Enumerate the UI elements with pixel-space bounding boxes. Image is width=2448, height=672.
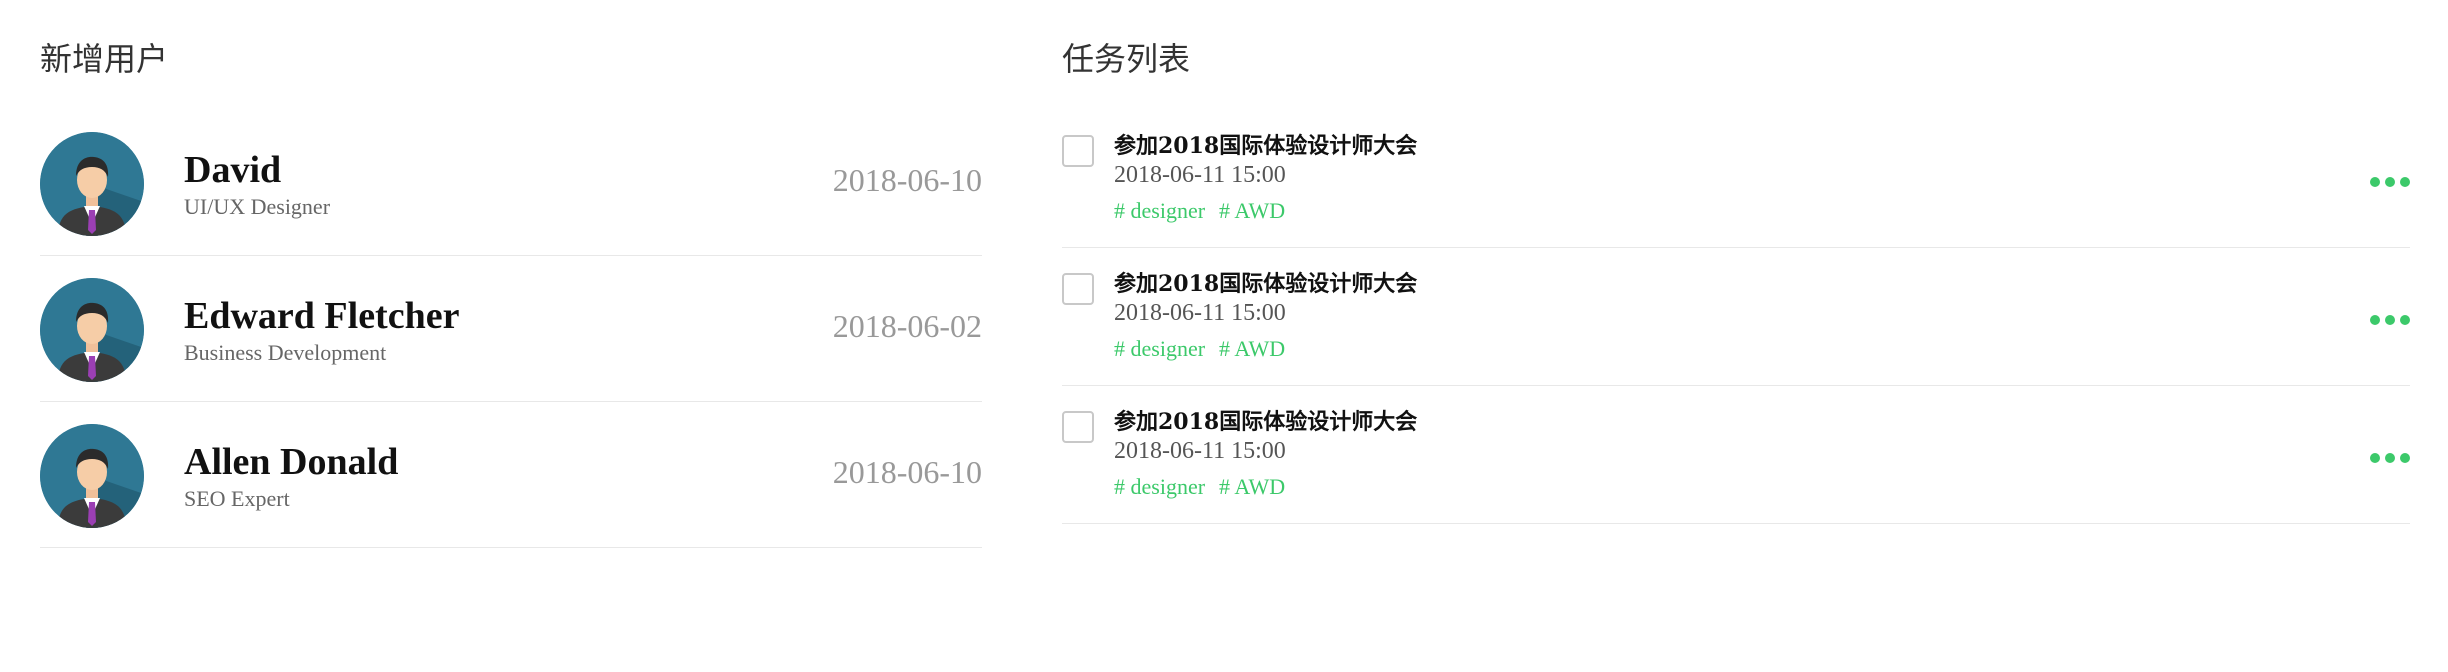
task-tag[interactable]: # AWD: [1219, 198, 1285, 224]
task-row: 参加2018国际体验设计师大会 2018-06-11 15:00 # desig…: [1062, 386, 2410, 524]
task-tag[interactable]: # designer: [1114, 474, 1205, 500]
user-avatar-icon[interactable]: [40, 278, 144, 382]
task-title: 参加2018国际体验设计师大会: [1114, 271, 1418, 297]
user-name: Allen Donald: [184, 441, 399, 483]
task-tags: # designer # AWD: [1114, 198, 1285, 224]
task-tag[interactable]: # AWD: [1219, 474, 1285, 500]
task-checkbox[interactable]: [1062, 135, 1094, 167]
task-checkbox[interactable]: [1062, 273, 1094, 305]
user-row[interactable]: Edward Fletcher Business Development 201…: [40, 256, 982, 402]
dot: [2385, 453, 2395, 463]
more-dots-icon[interactable]: [2370, 176, 2410, 188]
task-list: 参加2018国际体验设计师大会 2018-06-11 15:00 # desig…: [1062, 110, 2410, 524]
dot: [2370, 177, 2380, 187]
user-role: UI/UX Designer: [184, 194, 331, 219]
task-tag[interactable]: # designer: [1114, 198, 1205, 224]
user-date: 2018-06-10: [832, 162, 982, 198]
dot: [2385, 177, 2395, 187]
task-title: 参加2018国际体验设计师大会: [1114, 409, 1418, 435]
user-avatar-icon[interactable]: [40, 424, 144, 528]
user-name: David: [184, 149, 282, 191]
user-avatar-icon[interactable]: [40, 132, 144, 236]
task-row: 参加2018国际体验设计师大会 2018-06-11 15:00 # desig…: [1062, 110, 2410, 248]
more-dots-icon[interactable]: [2370, 452, 2410, 464]
task-time: 2018-06-11 15:00: [1114, 438, 1286, 464]
task-checkbox[interactable]: [1062, 411, 1094, 443]
task-tags: # designer # AWD: [1114, 336, 1285, 362]
task-tags: # designer # AWD: [1114, 474, 1285, 500]
user-row[interactable]: Allen Donald SEO Expert 2018-06-10: [40, 402, 982, 548]
dot: [2370, 453, 2380, 463]
user-name: Edward Fletcher: [184, 295, 460, 337]
task-tag[interactable]: # designer: [1114, 336, 1205, 362]
new-users-title: 新增用户: [40, 40, 169, 78]
task-list-title: 任务列表: [1062, 40, 1191, 78]
dot: [2400, 177, 2410, 187]
user-role: SEO Expert: [184, 486, 290, 511]
user-date: 2018-06-10: [832, 454, 982, 490]
dot: [2370, 315, 2380, 325]
user-row[interactable]: David UI/UX Designer 2018-06-10: [40, 110, 982, 256]
user-role: Business Development: [184, 340, 387, 365]
user-date: 2018-06-02: [832, 308, 982, 344]
more-dots-icon[interactable]: [2370, 314, 2410, 326]
task-row: 参加2018国际体验设计师大会 2018-06-11 15:00 # desig…: [1062, 248, 2410, 386]
dot: [2400, 315, 2410, 325]
dot: [2400, 453, 2410, 463]
task-time: 2018-06-11 15:00: [1114, 162, 1286, 188]
task-title: 参加2018国际体验设计师大会: [1114, 133, 1418, 159]
task-tag[interactable]: # AWD: [1219, 336, 1285, 362]
task-time: 2018-06-11 15:00: [1114, 300, 1286, 326]
user-list: David UI/UX Designer 2018-06-10 Edward F…: [40, 110, 982, 548]
dot: [2385, 315, 2395, 325]
